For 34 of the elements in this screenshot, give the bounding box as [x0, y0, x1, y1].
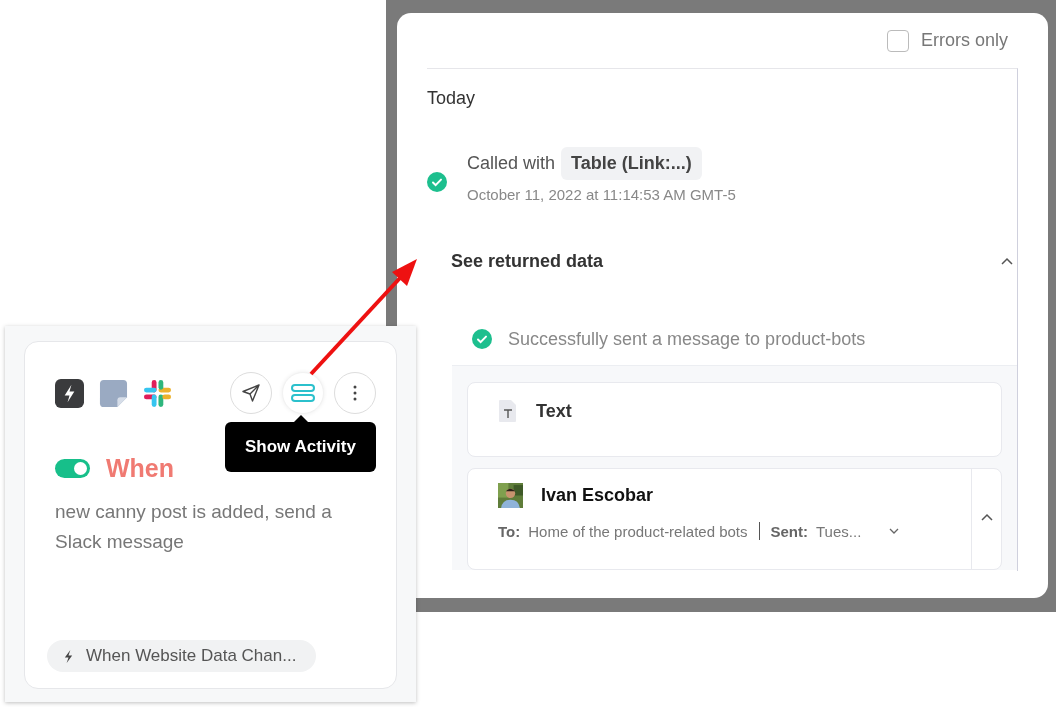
success-check-icon	[427, 172, 447, 192]
activity-button[interactable]	[282, 372, 324, 414]
timestamp: October 11, 2022 at 11:14:53 AM GMT-5	[467, 186, 736, 203]
called-with-label: Called with	[467, 153, 556, 174]
returned-data-toggle[interactable]: See returned data	[427, 243, 1017, 279]
recipient-text: Home of the product-related bots	[528, 522, 748, 540]
send-icon	[241, 383, 261, 403]
sent-time: Tues...	[816, 522, 862, 540]
more-icon	[353, 385, 357, 401]
trigger-word: When	[106, 454, 175, 483]
lightning-app-icon	[55, 378, 84, 408]
toggle-switch[interactable]	[55, 459, 90, 478]
day-heading: Today	[427, 88, 477, 109]
send-button[interactable]	[230, 372, 272, 414]
dropdown-caret-icon[interactable]	[889, 528, 900, 534]
automation-description: new canny post is added, send a Slack message	[55, 500, 333, 554]
errors-only-checkbox[interactable]: Errors only	[886, 29, 1008, 52]
success-check-icon	[472, 329, 492, 349]
field-label: Text	[536, 400, 572, 422]
sender-name: Ivan Escobar	[541, 485, 654, 506]
sent-label: Sent:	[770, 522, 808, 540]
tooltip: Show Activity	[225, 422, 376, 472]
chevron-icon	[980, 513, 993, 521]
sticky-note-icon	[99, 378, 128, 408]
result-message: Successfully sent a message to product-bots	[508, 328, 866, 350]
stacked-bars-icon	[291, 383, 315, 403]
trigger-chip[interactable]: When Website Data Chan...	[47, 640, 317, 672]
argument-chip: Table (Link:...)	[561, 147, 702, 180]
lightning-icon	[63, 648, 74, 664]
to-label: To:	[498, 522, 521, 540]
text-file-icon	[498, 399, 518, 423]
hashtag-logo-icon	[143, 378, 172, 408]
more-button[interactable]	[334, 372, 376, 414]
tooltip-pointer	[294, 415, 308, 422]
